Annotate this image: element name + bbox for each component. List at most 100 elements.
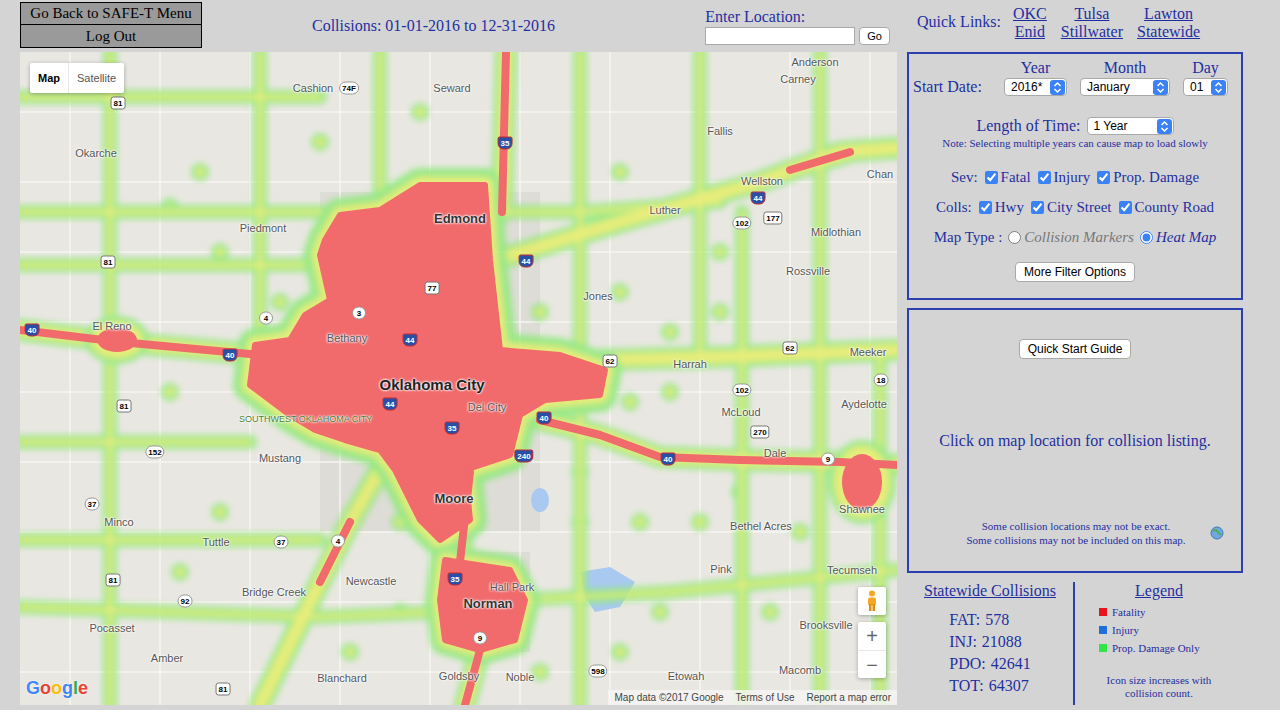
place-label: Goldsby bbox=[439, 671, 479, 682]
info-note: Some collision locations may not be exac… bbox=[982, 519, 1171, 533]
highway-shield: 9 bbox=[473, 632, 487, 645]
map-attribution: Map data ©2017 Google Terms of Use Report … bbox=[608, 690, 897, 705]
highway-shield: 152 bbox=[145, 446, 164, 459]
place-label: Hall Park bbox=[490, 582, 535, 593]
radio[interactable] bbox=[1008, 231, 1021, 244]
checkbox-option[interactable]: County Road bbox=[1119, 198, 1215, 216]
map-type-tab[interactable]: Satellite bbox=[68, 63, 124, 93]
highway-shield: 62 bbox=[783, 342, 798, 355]
street-view-button[interactable] bbox=[858, 587, 886, 615]
checkbox[interactable] bbox=[1038, 171, 1051, 184]
date-select[interactable]: January bbox=[1080, 78, 1170, 96]
place-label: Luther bbox=[649, 205, 680, 216]
place-label: Aydelotte bbox=[841, 399, 887, 410]
attribution-text: Map data ©2017 Google bbox=[614, 690, 723, 705]
quick-links: Quick Links:OKCTulsaLawtonEnidStillwater… bbox=[907, 0, 1243, 52]
start-date: YearMonthDayStart Date:2016*January01 bbox=[913, 59, 1228, 97]
legend-title[interactable]: Legend bbox=[1135, 581, 1183, 601]
place-label: Harrah bbox=[673, 359, 707, 370]
highway-shield: 40 bbox=[25, 324, 40, 337]
radio[interactable] bbox=[1140, 231, 1153, 244]
checkbox-option[interactable]: Injury bbox=[1038, 168, 1091, 186]
checkbox-option[interactable]: Hwy bbox=[979, 198, 1024, 216]
place-label: Piedmont bbox=[240, 223, 286, 234]
quick-link[interactable]: Statewide bbox=[1137, 23, 1200, 41]
quick-link[interactable]: OKC bbox=[1013, 5, 1047, 23]
highway-shield: 74F bbox=[339, 82, 359, 95]
place-label: SOUTHWEST OKLAHOMA CITY bbox=[239, 415, 323, 424]
pegman-icon bbox=[866, 590, 878, 612]
highway-shield: 81 bbox=[111, 97, 126, 110]
place-label: Macomb bbox=[779, 665, 821, 676]
place-label: Dale bbox=[764, 448, 787, 459]
dropdown-arrows-icon bbox=[1157, 119, 1172, 134]
date-select[interactable]: 01 bbox=[1183, 78, 1228, 96]
place-label: Etowah bbox=[668, 671, 705, 682]
checkbox-option[interactable]: Fatal bbox=[985, 168, 1031, 186]
radio-option[interactable]: Collision Markers bbox=[1008, 228, 1134, 246]
highway-shield: 102 bbox=[732, 384, 751, 397]
checkbox[interactable] bbox=[1119, 201, 1132, 214]
length-select[interactable]: 1 Year bbox=[1087, 117, 1174, 135]
length-note: Note: Selecting multiple years can cause… bbox=[942, 137, 1207, 150]
checkbox[interactable] bbox=[1097, 171, 1110, 184]
highway-shield: 37 bbox=[274, 536, 289, 549]
stat-row: TOT:64307 bbox=[949, 675, 1028, 697]
highway-shield: 270 bbox=[750, 426, 769, 439]
checkbox-option[interactable]: City Street bbox=[1031, 198, 1112, 216]
highway-shield: 177 bbox=[763, 212, 782, 225]
radio-option[interactable]: Heat Map bbox=[1140, 228, 1216, 246]
place-label: Fallis bbox=[707, 126, 733, 137]
highway-shield: 35 bbox=[498, 137, 513, 150]
place-label: Pocasset bbox=[89, 623, 134, 634]
divider bbox=[1073, 582, 1075, 705]
quick-start-button[interactable]: Quick Start Guide bbox=[1019, 339, 1132, 359]
go-button[interactable]: Go bbox=[859, 27, 890, 45]
place-label: Anderson bbox=[791, 57, 838, 68]
location-label: Enter Location: bbox=[705, 8, 890, 26]
zoom-in-button[interactable]: + bbox=[858, 622, 886, 650]
place-label: Tecumseh bbox=[827, 565, 877, 576]
highway-shield: 81 bbox=[117, 400, 132, 413]
globe-icon bbox=[1210, 526, 1224, 540]
place-label: Shawnee bbox=[839, 504, 885, 515]
checkbox[interactable] bbox=[1031, 201, 1044, 214]
zoom-control: +− bbox=[858, 622, 886, 678]
checkbox[interactable] bbox=[985, 171, 998, 184]
dropdown-arrows-icon bbox=[1050, 80, 1065, 95]
highway-shield: 44 bbox=[383, 398, 398, 411]
map-type-tab[interactable]: Map bbox=[30, 63, 68, 93]
highway-shield: 40 bbox=[223, 349, 238, 362]
bottom-panel: Statewide CollisionsFAT:578INJ:21088PDO:… bbox=[907, 580, 1243, 710]
highway-shield: 4 bbox=[259, 312, 273, 325]
legend-items: FatalityInjuryProp. Damage Only bbox=[1099, 603, 1243, 657]
highway-shield: 102 bbox=[732, 217, 751, 230]
date-select[interactable]: 2016* bbox=[1004, 78, 1067, 96]
highway-shield: 37 bbox=[85, 498, 100, 511]
checkbox-option[interactable]: Prop. Damage bbox=[1097, 168, 1199, 186]
quick-link[interactable]: Enid bbox=[1013, 23, 1047, 41]
more-filters-button[interactable]: More Filter Options bbox=[1015, 262, 1135, 282]
map-type-toggle: MapSatellite bbox=[30, 63, 124, 93]
stats-title[interactable]: Statewide Collisions bbox=[924, 581, 1056, 601]
checkbox[interactable] bbox=[979, 201, 992, 214]
nav-button[interactable]: Log Out bbox=[20, 25, 202, 48]
attribution-link[interactable]: Terms of Use bbox=[736, 690, 795, 705]
zoom-out-button[interactable]: − bbox=[858, 650, 886, 678]
quick-link[interactable]: Lawton bbox=[1137, 5, 1200, 23]
location-input[interactable] bbox=[705, 27, 855, 45]
filter-panel: YearMonthDayStart Date:2016*January01Len… bbox=[907, 52, 1243, 300]
attribution-link[interactable]: Report a map error bbox=[807, 690, 891, 705]
nav-button[interactable]: Go Back to SAFE-T Menu bbox=[20, 2, 202, 25]
app: Go Back to SAFE-T MenuLog OutCollisions:… bbox=[0, 0, 1280, 710]
place-label: Noble bbox=[506, 672, 535, 683]
highway-shield: 44 bbox=[403, 334, 418, 347]
place-label: Amber bbox=[151, 653, 183, 664]
quick-link[interactable]: Tulsa bbox=[1061, 5, 1123, 23]
place-label: Moore bbox=[435, 492, 474, 505]
highway-shield: 77 bbox=[425, 282, 440, 295]
map[interactable]: 8174F35441771028137744044444062621810240… bbox=[20, 52, 897, 705]
quick-link[interactable]: Stillwater bbox=[1061, 23, 1123, 41]
place-label: Bethel Acres bbox=[730, 521, 792, 532]
legend-item: Prop. Damage Only bbox=[1099, 639, 1243, 657]
